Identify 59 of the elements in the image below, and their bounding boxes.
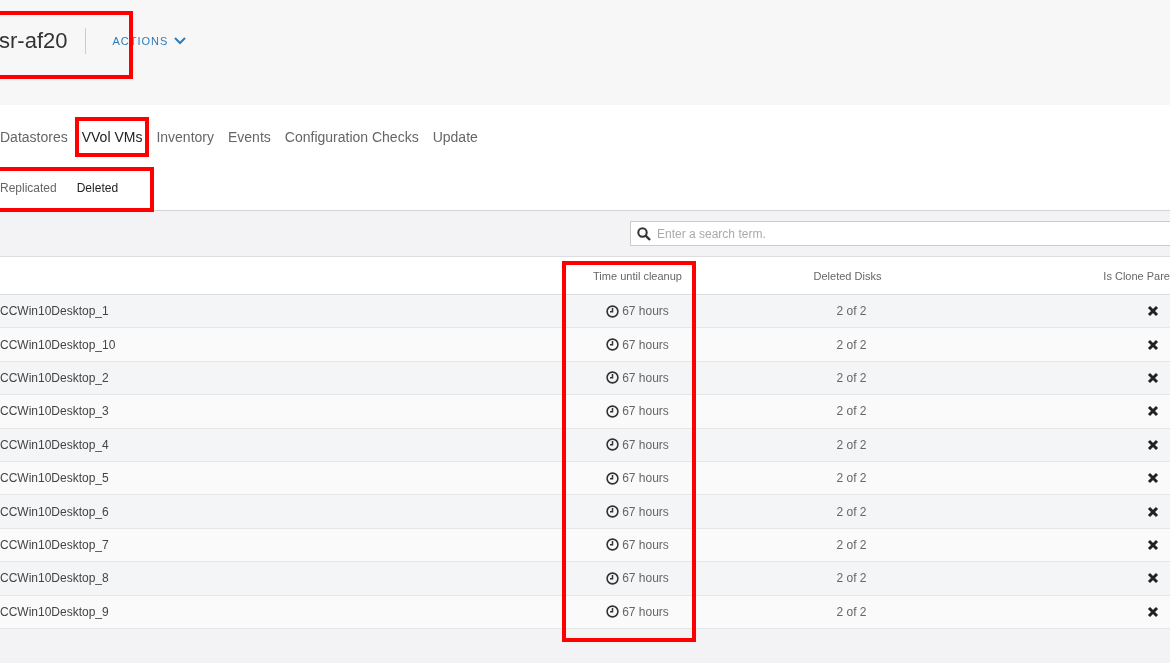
table-row[interactable]: CCWin10Desktop_7 67 hours 2 of 2 xyxy=(0,528,1170,563)
table-cell: CCWin10Desktop_5 xyxy=(0,471,109,486)
search-field[interactable]: Enter a search term. xyxy=(630,221,1170,246)
table-cell: CCWin10Desktop_2 xyxy=(0,370,109,385)
clock-icon xyxy=(606,605,620,619)
table-cell: 67 hours xyxy=(622,370,669,385)
table-cell: 67 hours xyxy=(622,604,669,619)
table-cell: 2 of 2 xyxy=(836,604,867,619)
table-cell: 2 of 2 xyxy=(836,404,867,419)
object-title: sr-af20 xyxy=(0,27,68,55)
subtab[interactable]: Deleted xyxy=(66,168,129,210)
clock-icon xyxy=(606,404,620,418)
table-row[interactable]: CCWin10Desktop_5 67 hours 2 of 2 xyxy=(0,461,1170,496)
clock-icon xyxy=(606,471,620,485)
clock-icon xyxy=(606,505,620,519)
tab[interactable]: VVol VMs xyxy=(74,124,150,149)
table-cell: CCWin10Desktop_8 xyxy=(0,571,109,586)
table-cell: 2 of 2 xyxy=(836,571,867,586)
table-cell: 67 hours xyxy=(622,537,669,552)
clock-icon xyxy=(606,304,620,318)
subtab[interactable]: Replicated xyxy=(0,168,67,210)
table-cell: 2 of 2 xyxy=(836,304,867,319)
table-cell: CCWin10Desktop_1 xyxy=(0,304,109,319)
table-cell: 2 of 2 xyxy=(836,471,867,486)
table-cell: CCWin10Desktop_7 xyxy=(0,537,109,552)
table-cell: 2 of 2 xyxy=(836,370,867,385)
table-cell: 67 hours xyxy=(622,471,669,486)
tab[interactable]: Configuration Checks xyxy=(277,124,426,149)
chevron-down-icon xyxy=(174,37,187,45)
clock-icon xyxy=(606,438,620,452)
table-cell: 2 of 2 xyxy=(836,504,867,519)
table-cell: 67 hours xyxy=(622,504,669,519)
column-header[interactable]: Is Clone Pare xyxy=(1103,269,1170,282)
clock-icon xyxy=(606,571,620,585)
table-cell: 67 hours xyxy=(622,437,669,452)
table-cell: 2 of 2 xyxy=(836,337,867,352)
table-row[interactable]: CCWin10Desktop_9 67 hours 2 of 2 xyxy=(0,595,1170,629)
clock-icon xyxy=(606,538,620,552)
table-cell: CCWin10Desktop_3 xyxy=(0,404,109,419)
column-header[interactable]: Time until cleanup xyxy=(593,269,682,282)
clock-icon xyxy=(606,338,620,352)
table-row[interactable]: CCWin10Desktop_10 67 hours 2 of 2 xyxy=(0,328,1170,362)
tab[interactable]: Inventory xyxy=(149,124,221,149)
table-row[interactable]: CCWin10Desktop_3 67 hours 2 of 2 xyxy=(0,395,1170,429)
clock-icon xyxy=(606,371,620,385)
table-cell: 67 hours xyxy=(622,571,669,586)
table-cell: CCWin10Desktop_6 xyxy=(0,504,109,519)
table-cell: 67 hours xyxy=(622,404,669,419)
tab[interactable]: Datastores xyxy=(0,124,75,149)
table-cell: CCWin10Desktop_9 xyxy=(0,604,109,619)
table-cell: 2 of 2 xyxy=(836,537,867,552)
tab[interactable]: Update xyxy=(425,124,485,149)
table-cell: 67 hours xyxy=(622,304,669,319)
table-cell: CCWin10Desktop_4 xyxy=(0,437,109,452)
table-cell: CCWin10Desktop_10 xyxy=(0,337,116,352)
column-header[interactable]: Deleted Disks xyxy=(813,269,882,282)
table-cell: 67 hours xyxy=(622,337,669,352)
table-cell: 2 of 2 xyxy=(836,437,867,452)
tab[interactable]: Events xyxy=(221,124,278,149)
